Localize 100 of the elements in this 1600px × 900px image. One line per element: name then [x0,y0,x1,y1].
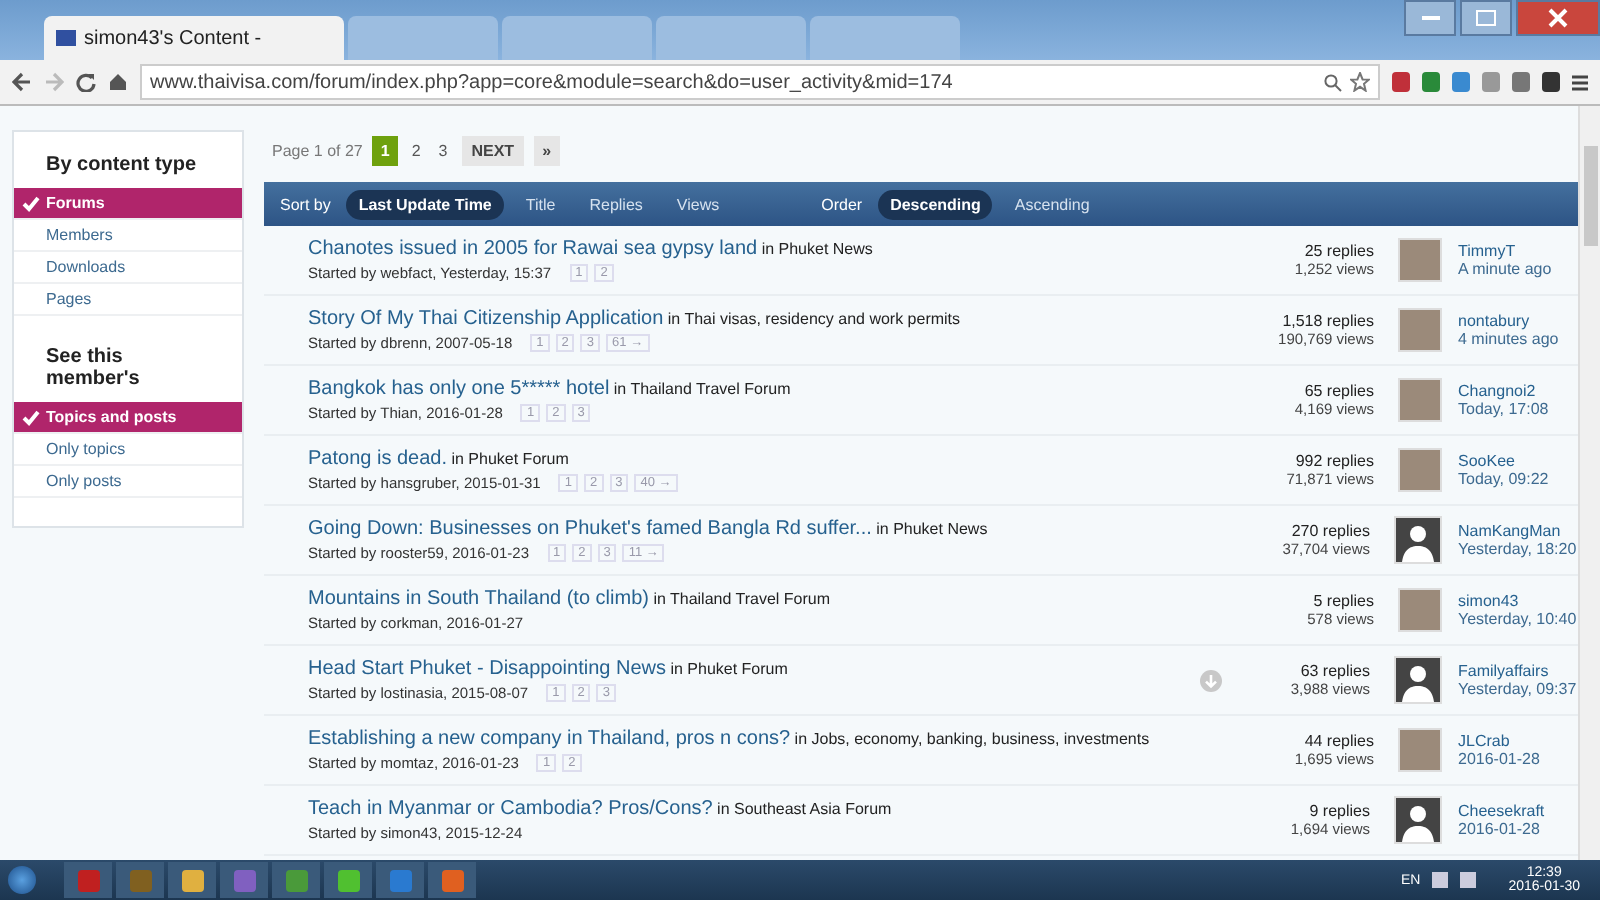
post-time: Today, 17:08 [1458,400,1551,418]
close-icon [1548,8,1568,28]
sort-option[interactable]: Replies [577,189,655,219]
maximize-button[interactable] [1460,0,1512,36]
topic-title-line: Chanotes issued in 2005 for Rawai sea gypsy land in Phuket News [308,238,875,260]
forward-icon[interactable] [44,72,64,92]
topic-link[interactable]: Story Of My Thai Citizenship Application [308,308,664,330]
poster-link[interactable]: Familyaffairs [1458,662,1578,680]
check-icon [22,196,40,212]
poster-link[interactable]: SooKee [1458,452,1578,470]
sidebar-item[interactable]: Members [14,220,242,252]
sidebar-heading: By content type [44,152,199,180]
photo-placeholder [1398,378,1442,422]
poster-link[interactable]: JLCrab [1458,732,1578,750]
photo-placeholder [1398,448,1442,492]
zoom-icon[interactable] [1324,73,1342,91]
taskbar-app-icon[interactable] [376,862,424,898]
topic-link[interactable]: Patong is dead. [308,448,447,470]
post-time: Yesterday, 09:37 [1458,680,1578,698]
taskbar-app-icon[interactable] [272,862,320,898]
order-option[interactable]: Descending [878,189,993,219]
sort-option[interactable]: Title [513,189,568,219]
home-icon[interactable] [108,72,128,92]
photo-placeholder [1398,308,1442,352]
page-count: Page 1 of 27 [272,141,363,159]
reply-count: 992 replies [1295,452,1374,470]
poster-link[interactable]: TimmyT [1458,242,1578,260]
topic-title-line: Bangkok has only one 5***** hotel in Thailand Travel Forum [308,378,793,400]
taskbar-app-icon[interactable] [428,862,476,898]
reload-icon[interactable] [76,72,96,92]
topic-title-line: Mountains in South Thailand (to climb) in Thailand Travel Forum [308,588,833,610]
close-button[interactable] [1516,0,1600,36]
topic-title-line: Establishing a new company in Thailand, pros n cons? in Jobs, economy, banking, business, investments [308,728,1152,750]
poster-link[interactable]: nontabury [1458,312,1578,330]
post-time: Today, 09:22 [1458,470,1551,488]
sidebar-heading: See this member's [44,344,142,394]
topic-title-line: Going Down: Businesses on Phuket's famed Bangla Rd suffer... in Phuket News [308,518,990,540]
topic-link[interactable]: Bangkok has only one 5***** hotel [308,378,610,400]
sidebar-item[interactable]: Only posts [14,466,242,498]
topic-link[interactable]: Establishing a new company in Thailand, pros n cons? [308,728,791,750]
avatar-silhouette-icon [1394,656,1442,704]
avatar-silhouette-icon [1394,796,1442,844]
topic-link[interactable]: Teach in Myanmar or Cambodia? Pros/Cons? [308,798,713,820]
menu-icon[interactable] [1572,73,1588,91]
topic-link[interactable]: Going Down: Businesses on Phuket's famed Bangla Rd suffer... [308,518,872,540]
sidebar-item[interactable]: Forums [14,188,242,220]
sidebar-item[interactable]: Pages [14,284,242,316]
photo-placeholder [1398,588,1442,632]
topic-title-line: Patong is dead. in Phuket Forum [308,448,571,470]
topic-link[interactable]: Head Start Phuket - Disappointing News [308,658,666,680]
photo-placeholder [1398,728,1442,772]
minimize-button[interactable] [1404,0,1456,36]
topic-title-line: Story Of My Thai Citizenship Application in Thai visas, residency and work permits [308,308,963,330]
sort-option[interactable]: Last Update Time [346,189,504,219]
check-icon [22,410,40,426]
address-bar[interactable]: www.thaivisa.com/forum/index.php?app=core&module=search&do=user_activity&mid=174 [140,64,1380,100]
scrollbar[interactable] [1578,106,1600,860]
topic-title-line: Teach in Myanmar or Cambodia? Pros/Cons? in Southeast Asia Forum [308,798,894,820]
post-time: Yesterday, 18:20 [1458,540,1578,558]
reply-count: 1,518 replies [1282,312,1374,330]
reply-count: 5 replies [1313,592,1374,610]
page-link[interactable]: 2 [407,135,425,165]
favicon-icon [56,30,76,46]
sidebar-item[interactable]: Only topics [14,434,242,466]
sidebar-item[interactable]: Downloads [14,252,242,284]
reply-count: 270 replies [1291,522,1370,540]
post-time: 2016-01-28 [1458,750,1542,768]
reply-count: 25 replies [1304,242,1374,260]
page-link[interactable]: 3 [434,135,452,165]
photo-placeholder [1398,238,1442,282]
post-time: Yesterday, 10:40 [1458,610,1578,628]
start-button[interactable] [8,866,36,894]
sort-option[interactable]: Views [664,189,732,219]
reply-count: 44 replies [1304,732,1374,750]
post-time: 2016-01-28 [1458,820,1542,838]
sidebar-item[interactable]: Topics and posts [14,402,242,434]
poster-link[interactable]: NamKangMan [1458,522,1578,540]
browser-tab[interactable]: simon43's Content - [44,16,344,60]
back-icon[interactable] [12,72,32,92]
poster-link[interactable]: Cheesekraft [1458,802,1578,820]
star-icon[interactable] [1350,72,1370,92]
next-button[interactable]: NEXT [461,135,525,165]
sort-label: Sort by [280,195,331,213]
avatar-silhouette-icon [1394,516,1442,564]
topic-title-line: Head Start Phuket - Disappointing News in Phuket Forum [308,658,790,680]
order-label: Order [821,195,863,213]
topic-link[interactable]: Mountains in South Thailand (to climb) [308,588,649,610]
order-option[interactable]: Ascending [1002,189,1102,219]
post-time: A minute ago [1458,260,1554,278]
page-link[interactable]: 1 [372,135,398,165]
taskbar-app-icon[interactable] [220,862,268,898]
down-arrow-icon[interactable] [1199,669,1221,691]
taskbar-app-icon[interactable] [168,862,216,898]
poster-link[interactable]: simon43 [1458,592,1578,610]
last-page-button[interactable]: » [534,135,560,165]
reply-count: 63 replies [1300,662,1370,680]
reply-count: 9 replies [1309,802,1370,820]
poster-link[interactable]: Changnoi2 [1458,382,1578,400]
taskbar-app-icon[interactable] [324,862,372,898]
topic-link[interactable]: Chanotes issued in 2005 for Rawai sea gypsy land [308,238,758,260]
